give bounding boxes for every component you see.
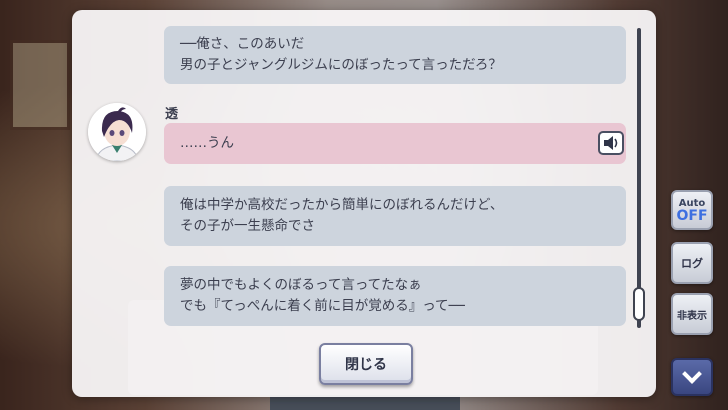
voice-replay-button[interactable] <box>598 131 624 155</box>
close-button[interactable]: 閉じる <box>319 343 413 385</box>
auto-label: Auto <box>678 197 706 209</box>
auto-button[interactable]: Auto OFF <box>671 190 713 230</box>
log-line: 夢の中でもよくのぼるって言ってたなぁ <box>180 277 422 293</box>
scrollbar-thumb[interactable] <box>633 287 645 321</box>
hide-label: 非表示 <box>677 310 707 322</box>
log-line: ──俺さ、このあいだ <box>180 36 305 52</box>
chevron-down-icon <box>682 364 702 384</box>
log-line: その子が一生懸命でさ <box>180 218 315 234</box>
character-portrait-icon <box>88 103 146 161</box>
speaker-icon <box>604 136 618 150</box>
log-line: ……うん <box>180 135 234 151</box>
log-line: でも『てっぺんに着く前に目が覚める』って── <box>180 298 465 314</box>
log-entry-dialogue: ……うん <box>164 123 626 164</box>
close-label: 閉じる <box>345 357 387 373</box>
speaker-name: 透 <box>165 107 179 122</box>
scroll-down-button[interactable] <box>671 358 713 396</box>
scrollbar-track[interactable] <box>637 28 641 328</box>
log-label: ログ <box>681 257 703 270</box>
log-line: 男の子とジャングルジムにのぼったって言っただろ？ <box>180 57 502 73</box>
auto-state: OFF <box>676 207 708 224</box>
log-entry: 夢の中でもよくのぼるって言ってたなぁ でも『てっぺんに着く前に目が覚める』って─… <box>164 266 626 326</box>
backlog-modal: ──俺さ、このあいだ 男の子とジャングルジムにのぼったって言っただろ？ 透 ……… <box>72 10 656 397</box>
log-entry: ──俺さ、このあいだ 男の子とジャングルジムにのぼったって言っただろ？ <box>164 26 626 84</box>
log-line: 俺は中学か高校だったから簡単にのぼれるんだけど、 <box>180 197 504 213</box>
log-entry: 俺は中学か高校だったから簡単にのぼれるんだけど、 その子が一生懸命でさ <box>164 186 626 246</box>
log-button[interactable]: ログ <box>671 242 713 284</box>
avatar <box>88 103 146 161</box>
hide-button[interactable]: 非表示 <box>671 293 713 335</box>
